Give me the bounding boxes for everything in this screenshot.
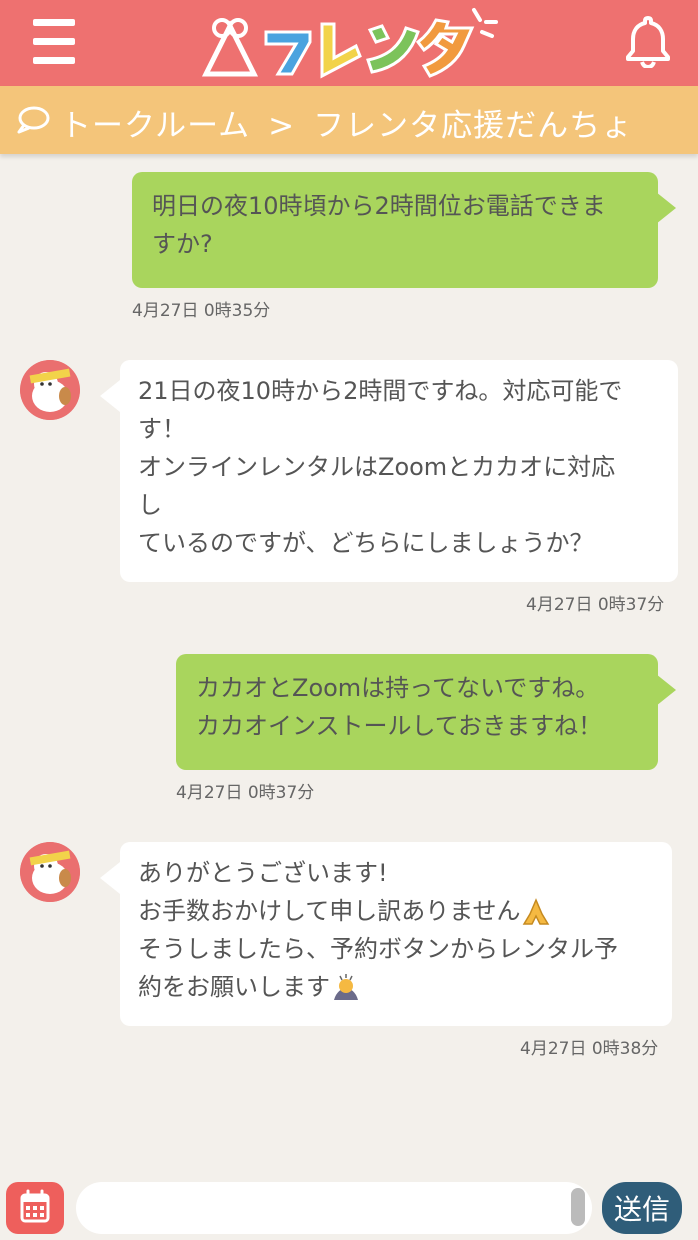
message-line: し — [138, 491, 162, 519]
calendar-button[interactable] — [6, 1182, 64, 1234]
calendar-icon — [20, 1189, 50, 1223]
message-line: 明日の夜10時頃から2時間位お電話できま — [152, 192, 606, 220]
received-message-bubble: ありがとうございます! お手数おかけして申し訳ありません そうしましたら、予約ボ… — [100, 842, 672, 1026]
avatar[interactable] — [20, 842, 80, 902]
message-line: 21日の夜10時から2時間ですね。対応可能で — [138, 377, 623, 405]
message-timestamp: 4月27日 0時37分 — [176, 783, 315, 803]
chat-bubble-icon — [17, 106, 50, 134]
message-timestamp: 4月27日 0時37分 — [526, 595, 665, 615]
breadcrumb-separator: > — [268, 108, 296, 144]
breadcrumb-current: フレンタ応援だんちょ — [313, 108, 634, 144]
message-line: オンラインレンタルはZoomとカカオに対応 — [138, 453, 616, 481]
message-line: ているのですが、どちらにしましょうか？ — [138, 529, 594, 557]
message-line: そうしましたら、予約ボタンからレンタル予 — [138, 935, 618, 963]
send-button[interactable]: 送信 — [602, 1182, 682, 1234]
message-line: カカオとZoomは持ってないですね。 — [196, 674, 600, 702]
message-line: す！ — [138, 415, 186, 443]
message-line: すか? — [152, 230, 213, 258]
breadcrumb-text: トークルーム > フレンタ応援だんちょ — [60, 100, 633, 145]
sent-message-bubble: 明日の夜10時頃から2時間位お電話できま すか? — [132, 172, 676, 288]
avatar[interactable] — [20, 360, 80, 420]
message-input[interactable] — [76, 1182, 564, 1234]
breadcrumb-parent-link[interactable]: トークルーム — [60, 108, 250, 144]
message-line: お手数おかけして申し訳ありません — [138, 892, 654, 930]
breadcrumb: トークルーム > フレンタ応援だんちょ — [0, 86, 698, 154]
input-scrollbar[interactable] — [564, 1182, 592, 1234]
message-timestamp: 4月27日 0時35分 — [132, 301, 271, 321]
frenta-logo[interactable] — [200, 6, 500, 82]
app-header — [0, 0, 698, 86]
sent-message-bubble: カカオとZoomは持ってないですね。 カカオインストールしておきますね！ — [176, 654, 676, 770]
message-line: ありがとうございます! — [138, 859, 388, 887]
message-line: 約をお願いします — [138, 968, 654, 1006]
folded-hands-emoji — [522, 898, 549, 925]
message-timestamp: 4月27日 0時38分 — [520, 1039, 659, 1059]
person-bowing-emoji — [334, 974, 358, 1000]
message-line: カカオインストールしておきますね！ — [196, 712, 603, 740]
bell-icon[interactable] — [624, 14, 672, 68]
hamburger-menu-icon[interactable] — [33, 19, 77, 65]
scrollbar-thumb[interactable] — [571, 1188, 585, 1226]
received-message-bubble: 21日の夜10時から2時間ですね。対応可能で す！ オンラインレンタルはZoom… — [100, 360, 678, 582]
